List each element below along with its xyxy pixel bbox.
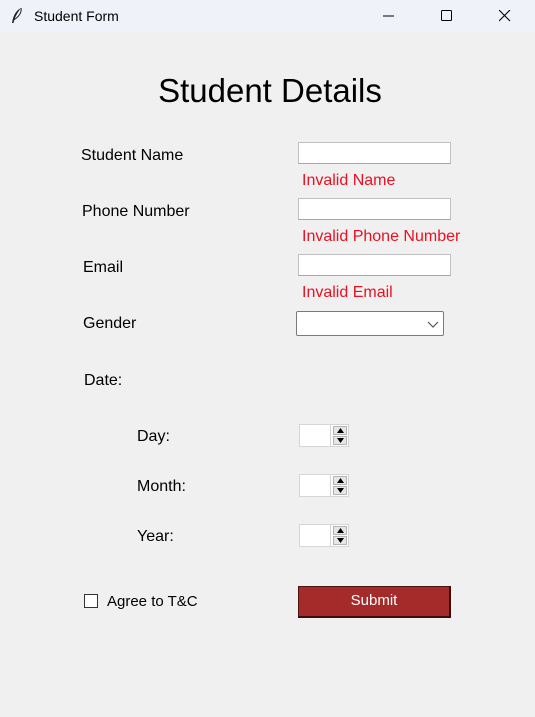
email-input[interactable] bbox=[298, 254, 451, 276]
maximize-button[interactable] bbox=[424, 0, 470, 32]
minimize-button[interactable] bbox=[366, 0, 412, 32]
student-name-label: Student Name bbox=[81, 147, 184, 164]
month-spin-buttons bbox=[330, 474, 349, 497]
day-increment-button[interactable] bbox=[333, 426, 347, 435]
title-bar[interactable]: Student Form bbox=[0, 0, 535, 32]
arrow-down-icon bbox=[337, 438, 344, 443]
close-icon bbox=[499, 10, 511, 22]
form-heading: Student Details bbox=[158, 72, 382, 109]
day-spin-buttons bbox=[330, 424, 349, 447]
month-increment-button[interactable] bbox=[333, 476, 347, 485]
phone-number-label: Phone Number bbox=[82, 203, 190, 220]
maximize-icon bbox=[441, 10, 452, 21]
day-label: Day: bbox=[137, 428, 170, 445]
close-button[interactable] bbox=[482, 0, 528, 32]
day-decrement-button[interactable] bbox=[333, 436, 347, 445]
day-spin-field[interactable] bbox=[299, 424, 330, 447]
phone-number-error: Invalid Phone Number bbox=[302, 228, 461, 245]
gender-label: Gender bbox=[83, 315, 137, 332]
agree-label[interactable]: Agree to T&C bbox=[107, 593, 198, 610]
email-label: Email bbox=[83, 259, 124, 276]
gender-combobox[interactable] bbox=[296, 311, 444, 336]
year-spinbox[interactable] bbox=[299, 524, 351, 547]
month-decrement-button[interactable] bbox=[333, 486, 347, 495]
date-label: Date: bbox=[84, 372, 123, 389]
year-decrement-button[interactable] bbox=[333, 536, 347, 545]
arrow-up-icon bbox=[337, 528, 344, 533]
window-title: Student Form bbox=[34, 8, 119, 24]
feather-icon bbox=[9, 7, 25, 25]
year-label: Year: bbox=[137, 528, 174, 545]
student-name-input[interactable] bbox=[298, 142, 451, 164]
student-form-window: Student Form Student Details Student Nam… bbox=[0, 0, 535, 717]
phone-number-input[interactable] bbox=[298, 198, 451, 220]
year-spin-buttons bbox=[330, 524, 349, 547]
day-spinbox[interactable] bbox=[299, 424, 351, 447]
month-spinbox[interactable] bbox=[299, 474, 351, 497]
minimize-icon bbox=[383, 15, 394, 17]
student-name-error: Invalid Name bbox=[302, 172, 396, 189]
submit-button[interactable]: Submit bbox=[298, 586, 451, 618]
arrow-up-icon bbox=[337, 428, 344, 433]
month-spin-field[interactable] bbox=[299, 474, 330, 497]
year-increment-button[interactable] bbox=[333, 526, 347, 535]
arrow-down-icon bbox=[337, 538, 344, 543]
arrow-down-icon bbox=[337, 488, 344, 493]
chevron-down-icon[interactable] bbox=[427, 319, 439, 329]
month-label: Month: bbox=[137, 478, 186, 495]
email-error: Invalid Email bbox=[302, 284, 393, 301]
agree-checkbox[interactable] bbox=[84, 594, 98, 608]
arrow-up-icon bbox=[337, 478, 344, 483]
year-spin-field[interactable] bbox=[299, 524, 330, 547]
